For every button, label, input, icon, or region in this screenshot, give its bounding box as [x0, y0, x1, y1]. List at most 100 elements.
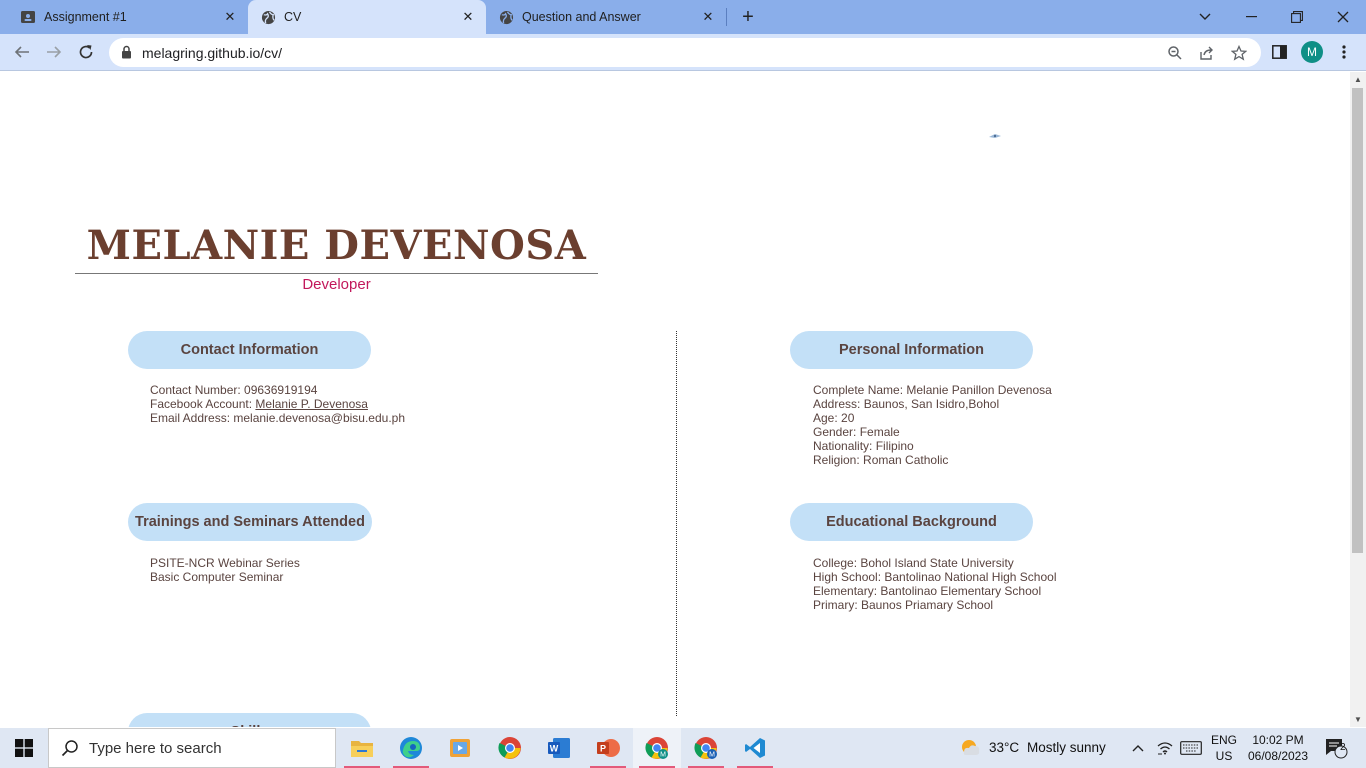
svg-text:M: M [709, 752, 715, 759]
skills-heading: Skills [128, 713, 371, 727]
url-text: melagring.github.io/cv/ [142, 45, 283, 61]
contact-info-heading: Contact Information [128, 331, 371, 369]
tab-label: CV [284, 10, 302, 24]
list-item: Primary: Baunos Priamary School [813, 598, 994, 612]
decorative-image [989, 134, 1001, 138]
cv-name-heading: MELANIE DEVENOSA [86, 222, 587, 269]
windows-taskbar: Type here to search W P M M 33°C Mostly … [0, 728, 1366, 768]
file-explorer-icon[interactable] [338, 728, 386, 768]
notification-center-icon[interactable]: 2 [1318, 728, 1354, 768]
list-item: College: Bohol Island State University [813, 556, 1014, 570]
minimize-button[interactable] [1228, 0, 1274, 34]
list-item: Address: Baunos, San Isidro,Bohol [813, 397, 1000, 411]
list-item: Gender: Female [813, 425, 900, 439]
tab-label: Question and Answer [522, 10, 641, 24]
word-icon[interactable]: W [535, 728, 583, 768]
powerpoint-icon[interactable]: P [584, 728, 632, 768]
weather-condition[interactable]: Mostly sunny [1027, 740, 1106, 755]
chrome-icon[interactable] [486, 728, 534, 768]
list-item: Religion: Roman Catholic [813, 453, 949, 467]
svg-text:P: P [600, 744, 606, 754]
bookmark-star-icon[interactable] [1230, 44, 1248, 62]
back-button[interactable] [10, 40, 34, 64]
list-item: Basic Computer Seminar [150, 570, 284, 584]
input-language[interactable]: ENG US [1206, 732, 1242, 764]
tab-separator [726, 8, 727, 26]
chrome-profile-icon[interactable]: M [633, 728, 681, 768]
profile-avatar[interactable]: M [1301, 41, 1323, 63]
vscode-icon[interactable] [731, 728, 779, 768]
svg-text:M: M [660, 752, 666, 759]
close-tab-icon[interactable]: ✕ [460, 9, 476, 25]
reload-button[interactable] [74, 40, 98, 64]
facebook-link[interactable]: Melanie P. Devenosa [255, 397, 368, 411]
close-tab-icon[interactable]: ✕ [700, 9, 716, 25]
page-scrollbar[interactable]: ▲ ▼ [1350, 72, 1366, 727]
facebook-label: Facebook Account: [150, 397, 256, 411]
browser-toolbar: melagring.github.io/cv/ M [0, 34, 1366, 71]
tab-question-and-answer[interactable]: Question and Answer ✕ [486, 0, 726, 34]
tab-search-icon[interactable] [1182, 0, 1228, 34]
list-item: Complete Name: Melanie Panillon Devenosa [813, 383, 1052, 397]
tab-strip: Assignment #1 ✕ CV ✕ Question and Answer… [0, 0, 1366, 34]
list-item: PSITE-NCR Webinar Series [150, 556, 300, 570]
facebook-account: Facebook Account: Melanie P. Devenosa [150, 397, 405, 411]
scroll-up-arrow[interactable]: ▲ [1354, 75, 1362, 84]
globe-icon [260, 9, 276, 25]
edge-browser-icon[interactable] [387, 728, 435, 768]
clock[interactable]: 10:02 PM 06/08/2023 [1246, 732, 1310, 764]
weather-sunny-icon[interactable] [950, 728, 990, 768]
tab-cv[interactable]: CV ✕ [248, 0, 486, 34]
column-divider [676, 331, 677, 716]
education-list: College: Bohol Island State University H… [813, 556, 1057, 612]
clock-date: 06/08/2023 [1247, 749, 1309, 763]
chevron-up-icon[interactable] [1128, 728, 1148, 768]
lang-region: US [1215, 749, 1233, 763]
wifi-icon[interactable] [1154, 728, 1176, 768]
list-item: Elementary: Bantolinao Elementary School [813, 584, 1042, 598]
lock-icon[interactable] [121, 45, 132, 64]
clock-time: 10:02 PM [1252, 733, 1304, 747]
page-viewport: MELANIE DEVENOSA Developer Contact Infor… [0, 72, 1350, 727]
search-icon [61, 739, 79, 762]
share-icon[interactable] [1198, 44, 1216, 62]
menu-kebab-icon[interactable] [1334, 42, 1354, 62]
list-item: Age: 20 [813, 411, 855, 425]
globe-icon [498, 9, 514, 25]
education-heading: Educational Background [790, 503, 1033, 541]
forward-button[interactable] [42, 40, 66, 64]
search-placeholder: Type here to search [89, 740, 222, 757]
personal-info-heading: Personal Information [790, 331, 1033, 369]
taskbar-search[interactable]: Type here to search [48, 728, 336, 768]
restore-button[interactable] [1274, 0, 1320, 34]
start-button[interactable] [0, 728, 48, 768]
lang-code: ENG [1210, 733, 1237, 747]
keyboard-icon[interactable] [1178, 728, 1204, 768]
notification-count: 2 [1340, 742, 1346, 753]
list-item: Nationality: Filipino [813, 439, 914, 453]
tab-label: Assignment #1 [44, 10, 127, 24]
close-tab-icon[interactable]: ✕ [222, 9, 238, 25]
address-bar[interactable]: melagring.github.io/cv/ [109, 38, 1261, 67]
trainings-heading: Trainings and Seminars Attended [128, 503, 372, 541]
weather-temperature[interactable]: 33°C [989, 740, 1019, 755]
list-item: High School: Bantolinao National High Sc… [813, 570, 1057, 584]
media-player-icon[interactable] [436, 728, 484, 768]
personal-info-list: Complete Name: Melanie Panillon Devenosa… [813, 383, 1052, 467]
chrome-profile-icon[interactable]: M [682, 728, 730, 768]
contact-number: Contact Number: 09636919194 [150, 383, 318, 397]
close-window-button[interactable] [1320, 0, 1366, 34]
contact-info-list: Contact Number: 09636919194 Facebook Acc… [150, 383, 405, 425]
email-address: Email Address: melanie.devenosa@bisu.edu… [150, 411, 405, 425]
scroll-thumb[interactable] [1352, 88, 1363, 553]
tab-assignment[interactable]: Assignment #1 ✕ [0, 0, 248, 34]
heading-divider [75, 273, 598, 274]
new-tab-button[interactable]: + [738, 7, 758, 27]
cv-role: Developer [302, 276, 371, 293]
zoom-icon[interactable] [1166, 44, 1184, 62]
trainings-list: PSITE-NCR Webinar Series Basic Computer … [150, 556, 300, 584]
svg-text:W: W [550, 744, 559, 754]
side-panel-icon[interactable] [1269, 42, 1289, 62]
windows-logo-icon [15, 739, 33, 757]
scroll-down-arrow[interactable]: ▼ [1354, 715, 1362, 724]
